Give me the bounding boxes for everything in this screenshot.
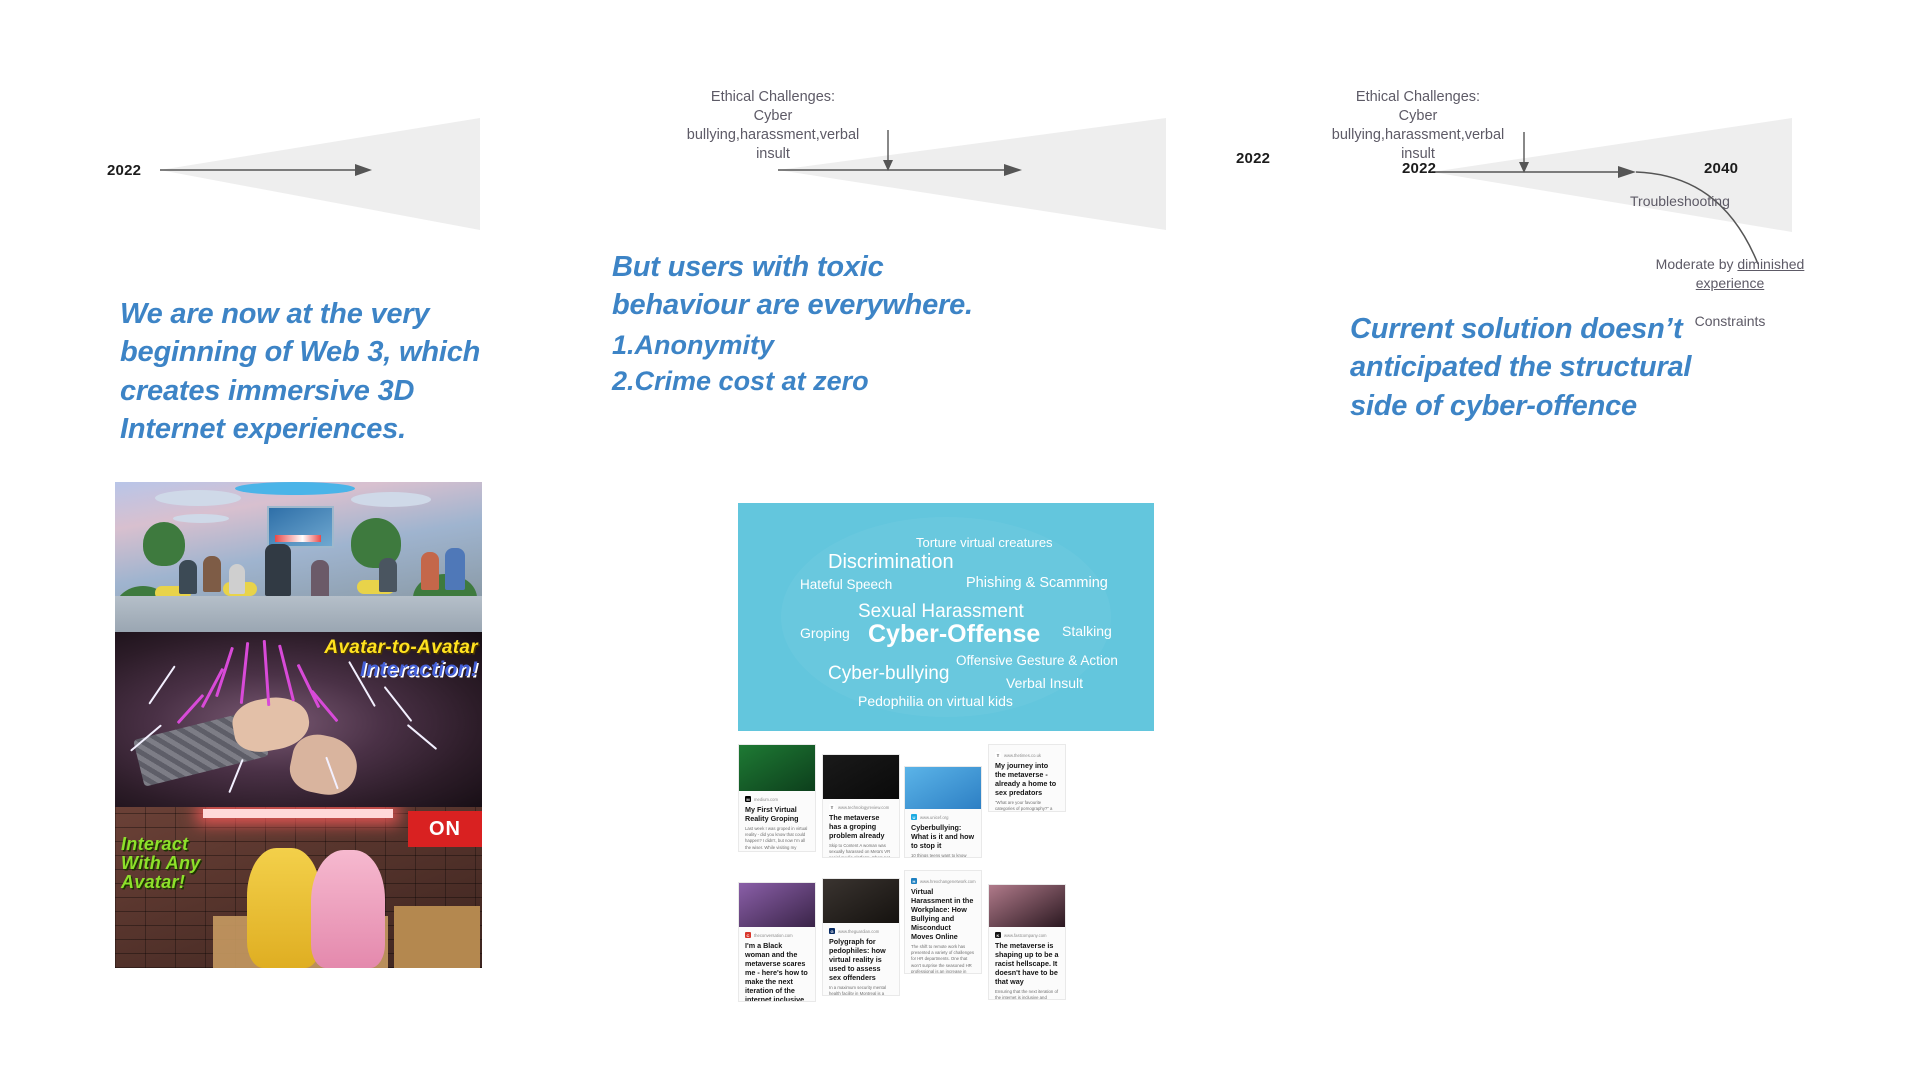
wordcloud-word: Torture virtual creatures <box>916 535 1053 550</box>
news-card-title: My First Virtual Reality Groping <box>745 805 799 823</box>
panel-toxic-behaviour: 2022 Ethical Challenges: Cyber bullying,… <box>612 0 1271 1080</box>
news-card-description: In a maximum security mental health faci… <box>829 985 887 996</box>
wordcloud-word: Groping <box>800 625 850 641</box>
on-sign-label: ON <box>408 811 482 847</box>
news-card-description: 10 things teens want to know about cyber… <box>911 853 967 858</box>
news-card-image <box>823 879 899 923</box>
collage-label-interact-any-avatar: Interact With Any Avatar! <box>121 834 201 892</box>
wordcloud-word: Verbal Insult <box>1006 675 1084 691</box>
news-card-source-label: medium.com <box>754 796 778 802</box>
news-card-source-label: www.thetimes.co.uk <box>1004 752 1042 758</box>
news-card-source-label: www.fastcompany.com <box>1004 932 1047 938</box>
headline-panel-1: We are now at the very beginning of Web … <box>120 298 481 445</box>
panel-web3-intro: 2022 We are now at the very beginning of… <box>0 0 620 1080</box>
wordcloud-word: Offensive Gesture & Action <box>956 653 1118 668</box>
cyber-offense-word-cloud: Cyber-Offense Torture virtual creatures … <box>738 503 1154 731</box>
news-card[interactable]: Twww.technologyreview.com The metaverse h… <box>822 754 900 858</box>
timeline-diagram-1 <box>150 100 480 240</box>
collage-row-avatar-grab: ON Interact With Any Avatar! <box>115 807 482 968</box>
favicon-icon: G <box>829 928 835 934</box>
news-card-source-label: www.hrexchangenetwork.com <box>920 878 976 884</box>
news-card-source: Twww.thetimes.co.uk <box>995 752 1059 758</box>
news-card-title: Polygraph for pedophiles: how virtual re… <box>829 937 886 982</box>
metaverse-collage-image: Avatar-to-Avatar Interaction! ON Interac… <box>115 482 482 968</box>
news-card-source: Uwww.unicef.org <box>911 814 975 820</box>
news-article-cards: Mmedium.com My First Virtual Reality Grop… <box>738 744 1158 1044</box>
news-card[interactable]: Uwww.unicef.org Cyberbullying: What is it… <box>904 766 982 858</box>
curve-label-troubleshooting: Troubleshooting <box>1630 193 1730 209</box>
news-card[interactable]: Gwww.theguardian.com Polygraph for pedoph… <box>822 878 900 996</box>
favicon-icon: M <box>745 796 751 802</box>
news-card-description: The shift to remote work has presented a… <box>911 944 975 974</box>
news-card-source: Mmedium.com <box>745 796 809 802</box>
news-card[interactable]: Mmedium.com My First Virtual Reality Grop… <box>738 744 816 852</box>
news-card-title: Virtual Harassment in the Workplace: How… <box>911 887 974 941</box>
news-card[interactable]: Ctheconversation.com I'm a Black woman an… <box>738 882 816 1002</box>
news-card-description: Ensuring that the next iteration of the … <box>995 989 1059 1000</box>
news-card[interactable]: Twww.thetimes.co.uk My journey into the m… <box>988 744 1066 812</box>
wordcloud-word: Phishing & Scamming <box>966 575 1108 591</box>
timeline-annotation-3: Ethical Challenges: Cyber bullying,haras… <box>1331 89 1505 163</box>
wordcloud-word: Pedophilia on virtual kids <box>858 693 1013 709</box>
news-card-source-label: www.theguardian.com <box>838 928 880 934</box>
news-card-image <box>739 745 815 791</box>
news-card-image <box>739 883 815 927</box>
news-card-image <box>905 767 981 809</box>
wordcloud-word: Hateful Speech <box>800 577 893 592</box>
favicon-icon: T <box>995 752 1001 758</box>
news-card-source-label: www.unicef.org <box>920 814 949 820</box>
timeline-start-year-2: 2022 <box>1236 150 1271 167</box>
news-card-description: "What are your favourite categories of p… <box>995 800 1053 812</box>
constraints-prefix: Moderate by <box>1655 255 1738 272</box>
news-card-image <box>823 755 899 799</box>
news-card-source-label: www.technologyreview.com <box>838 804 890 810</box>
favicon-icon: K <box>995 932 1001 938</box>
news-card[interactable]: Kwww.fastcompany.com The metaverse is sha… <box>988 884 1066 1000</box>
favicon-icon: C <box>745 932 751 938</box>
timeline-end-year-3: 2040 <box>1704 160 1739 177</box>
news-card-title: Cyberbullying: What is it and how to sto… <box>911 823 975 850</box>
news-card-source: Ctheconversation.com <box>745 932 809 938</box>
favicon-icon: U <box>911 814 917 820</box>
wordcloud-word: Cyber-Offense <box>868 620 1041 648</box>
collage-label-avatar-to-avatar: Avatar-to-Avatar <box>324 637 478 658</box>
wordcloud-word: Discrimination <box>828 551 954 573</box>
wordcloud-word: Cyber-bullying <box>828 663 950 684</box>
news-card-source: Hwww.hrexchangenetwork.com <box>911 878 976 884</box>
news-card-title: My journey into the metaverse - already … <box>995 761 1057 797</box>
news-card-source: Twww.technologyreview.com <box>829 804 893 810</box>
news-card-title: The metaverse has a groping problem alre… <box>829 813 885 840</box>
news-card-image <box>989 885 1065 927</box>
timeline-annotation-2: Ethical Challenges: Cyber bullying,haras… <box>686 89 860 163</box>
favicon-icon: H <box>911 878 917 884</box>
wordcloud-word: Stalking <box>1062 623 1112 639</box>
news-card-title: The metaverse is shaping up to be a raci… <box>995 941 1059 986</box>
collage-label-interaction: Interaction! <box>360 658 478 681</box>
headline-panel-3: Current solution doesn’t anticipated the… <box>1350 313 1692 422</box>
news-card-source-label: theconversation.com <box>754 932 793 938</box>
wordcloud-word: Sexual Harassment <box>858 601 1024 622</box>
news-card-title: I'm a Black woman and the metaverse scar… <box>745 941 808 1002</box>
favicon-icon: T <box>829 804 835 810</box>
news-card[interactable]: Hwww.hrexchangenetwork.com Virtual Harass… <box>904 870 982 974</box>
headline-panel-2: But users with toxic behaviour are every… <box>612 251 973 322</box>
collage-row-virtual-lobby <box>115 482 482 632</box>
news-card-source: Kwww.fastcompany.com <box>995 932 1059 938</box>
reason-list: 1.Anonymity 2.Crime cost at zero <box>612 330 869 396</box>
timeline-start-year-1: 2022 <box>107 162 142 179</box>
news-card-source: Gwww.theguardian.com <box>829 928 893 934</box>
news-card-description: Skip to Content A woman was sexually har… <box>829 843 891 858</box>
collage-row-harassment-scene: Avatar-to-Avatar Interaction! <box>115 632 482 807</box>
panel-current-solutions: 2022 2040 Ethical Challenges: Cyber bull… <box>1270 0 1920 1080</box>
news-card-description: Last week I was groped in virtual realit… <box>745 826 808 851</box>
